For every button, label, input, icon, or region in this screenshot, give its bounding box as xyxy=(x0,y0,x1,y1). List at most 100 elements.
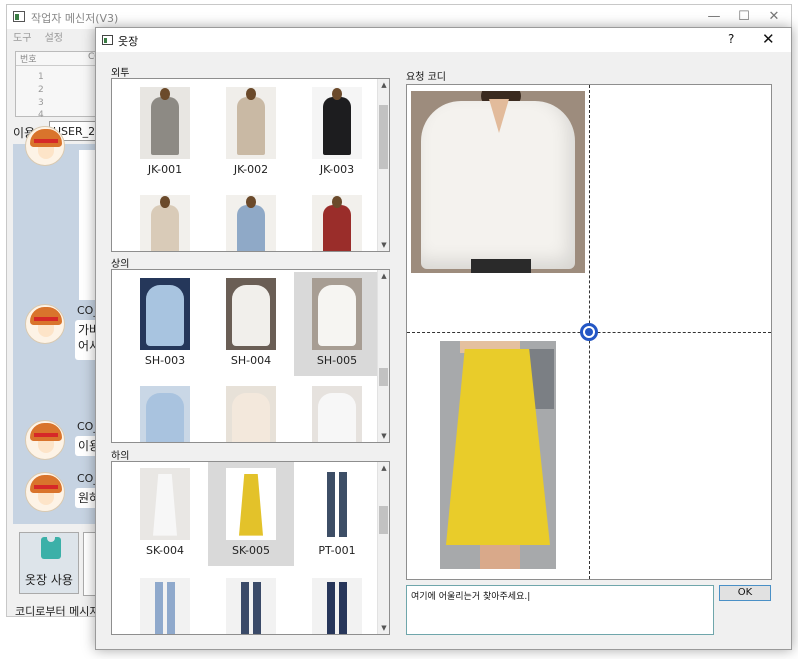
clothing-thumbnail xyxy=(140,278,190,350)
selected-bottom-image[interactable] xyxy=(440,341,556,569)
clothing-code: SH-004 xyxy=(230,354,272,367)
clothing-thumbnail xyxy=(226,195,276,251)
clothing-item[interactable] xyxy=(294,189,380,251)
clothing-item[interactable]: SH-005 xyxy=(294,272,380,376)
dialog-title: 옷장 xyxy=(118,35,139,48)
clothing-item[interactable]: SK-005 xyxy=(208,462,294,566)
status-text: 코디로부터 메시지를 ... xyxy=(15,605,101,618)
top-list: SH-003 SH-004 SH-005 ▲ ▼ xyxy=(111,269,390,443)
avatar xyxy=(25,304,65,344)
menu-tools[interactable]: 도구 xyxy=(13,33,31,44)
maximize-icon[interactable]: ☐ xyxy=(731,9,757,25)
table-row[interactable]: 2 xyxy=(38,85,44,95)
clothing-code: JK-001 xyxy=(147,163,183,176)
avatar xyxy=(25,126,65,166)
clothing-code: JK-002 xyxy=(233,163,269,176)
scroll-thumb[interactable] xyxy=(379,506,388,534)
section-label-top: 상의 xyxy=(111,259,130,270)
scroll-down-icon[interactable]: ▼ xyxy=(378,430,389,442)
clothing-thumbnail xyxy=(140,386,190,442)
clothing-item[interactable]: JK-003 xyxy=(294,81,380,185)
scroll-up-icon[interactable]: ▲ xyxy=(378,270,389,282)
clothing-item[interactable] xyxy=(122,189,208,251)
selected-top-image[interactable] xyxy=(411,91,585,273)
clothing-thumbnail xyxy=(312,386,362,442)
clothing-thumbnail xyxy=(226,87,276,159)
scroll-up-icon[interactable]: ▲ xyxy=(378,462,389,474)
clothing-thumbnail xyxy=(312,578,362,634)
clothing-item[interactable] xyxy=(122,572,208,634)
messenger-title: 작업자 메신저(V3) xyxy=(31,12,119,25)
clothing-item[interactable]: SK-004 xyxy=(122,462,208,566)
clothing-code: PT-001 xyxy=(318,544,356,557)
outer-list: JK-001 JK-002 JK-003 ▲ ▼ xyxy=(111,78,390,252)
table-row[interactable]: 1 xyxy=(38,72,44,82)
scrollbar[interactable]: ▲ ▼ xyxy=(377,79,389,251)
menu-settings[interactable]: 설정 xyxy=(45,33,63,44)
help-button[interactable]: ? xyxy=(728,32,734,46)
scroll-thumb[interactable] xyxy=(379,368,388,386)
scrollbar[interactable]: ▲ ▼ xyxy=(377,462,389,634)
minimize-icon[interactable]: — xyxy=(701,9,727,25)
section-label-outer: 외투 xyxy=(111,68,130,79)
clothing-code: SK-005 xyxy=(231,544,270,557)
app-icon xyxy=(13,11,25,22)
column-number: 번호 xyxy=(20,55,37,65)
clothing-code: SH-005 xyxy=(316,354,358,367)
clothing-item[interactable]: SH-003 xyxy=(122,272,208,376)
wardrobe-button[interactable]: 옷장 사용 xyxy=(19,532,79,594)
clothing-thumbnail xyxy=(312,195,362,251)
ok-button[interactable]: OK xyxy=(719,585,771,601)
clothing-thumbnail xyxy=(312,468,362,540)
close-button[interactable]: ✕ xyxy=(762,30,775,48)
message-textarea[interactable]: 여기에 어울리는거 찾아주세요.| xyxy=(406,585,714,635)
clothing-item[interactable] xyxy=(208,189,294,251)
clothing-thumbnail xyxy=(312,278,362,350)
clothing-item[interactable] xyxy=(294,380,380,442)
scroll-down-icon[interactable]: ▼ xyxy=(378,622,389,634)
messenger-titlebar: 작업자 메신저(V3) — ☐ ✕ xyxy=(7,5,791,29)
clothing-thumbnail xyxy=(312,87,362,159)
close-icon[interactable]: ✕ xyxy=(761,9,787,25)
menu-bar: 도구 설정 xyxy=(13,29,73,45)
clothing-item[interactable]: JK-001 xyxy=(122,81,208,185)
wardrobe-dialog: 옷장 ? ✕ 외투 JK-001 JK-002 JK-003 ▲ ▼ 상의 SH-0… xyxy=(95,27,792,650)
clothing-code: SH-003 xyxy=(144,354,186,367)
scroll-down-icon[interactable]: ▼ xyxy=(378,239,389,251)
clothing-item[interactable] xyxy=(294,572,380,634)
clothing-thumbnail xyxy=(226,578,276,634)
table-row[interactable]: 4 xyxy=(38,110,44,120)
dialog-titlebar: 옷장 ? ✕ xyxy=(96,28,791,52)
clothing-thumbnail xyxy=(140,195,190,251)
scroll-thumb[interactable] xyxy=(379,105,388,169)
clothing-code: JK-003 xyxy=(319,163,355,176)
clothing-item[interactable] xyxy=(208,572,294,634)
clothing-thumbnail xyxy=(140,87,190,159)
clothing-thumbnail xyxy=(140,578,190,634)
clothing-item[interactable]: JK-002 xyxy=(208,81,294,185)
chat-area: CO_1 가벼 어서 CO_1 이용 CO_1 원하 xyxy=(13,126,106,524)
clothing-thumbnail xyxy=(226,386,276,442)
split-handle[interactable] xyxy=(580,323,598,341)
clothing-item[interactable]: SH-004 xyxy=(208,272,294,376)
wardrobe-button-label: 옷장 사용 xyxy=(25,573,73,587)
clothing-thumbnail xyxy=(226,468,276,540)
coordinator-table: 번호 CO 1 2 3 4 CO CO CO CO xyxy=(15,51,109,120)
shirt-icon xyxy=(41,537,61,559)
clothing-item[interactable]: PT-001 xyxy=(294,462,380,566)
coord-canvas[interactable] xyxy=(406,84,772,580)
avatar xyxy=(25,420,65,460)
clothing-item[interactable] xyxy=(122,380,208,442)
dialog-icon xyxy=(102,35,113,45)
clothing-code: SK-004 xyxy=(145,544,184,557)
bottom-list: SK-004 SK-005 PT-001 ▲ ▼ xyxy=(111,461,390,635)
scrollbar[interactable]: ▲ ▼ xyxy=(377,270,389,442)
section-label-bottom: 하의 xyxy=(111,451,130,462)
table-row[interactable]: 3 xyxy=(38,98,44,108)
avatar xyxy=(25,472,65,512)
scroll-up-icon[interactable]: ▲ xyxy=(378,79,389,91)
clothing-item[interactable] xyxy=(208,380,294,442)
clothing-thumbnail xyxy=(140,468,190,540)
coord-label: 요청 코디 xyxy=(406,72,446,83)
table-header: 번호 CO xyxy=(16,52,101,66)
